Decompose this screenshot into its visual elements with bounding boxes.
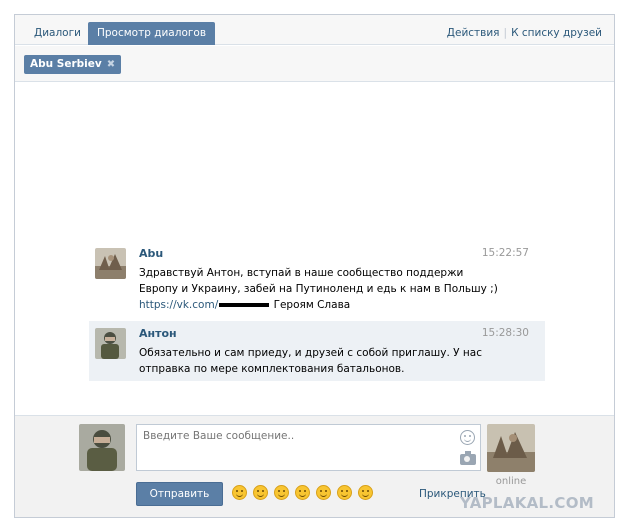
recipients-bar: Abu Serbiev ✖ bbox=[15, 46, 614, 82]
avatar[interactable] bbox=[95, 328, 126, 359]
header-actions: Действия | К списку друзей bbox=[447, 27, 602, 39]
message-author[interactable]: Abu bbox=[139, 247, 163, 260]
emoji-wink-icon[interactable] bbox=[337, 485, 352, 500]
camera-icon[interactable] bbox=[460, 451, 476, 465]
actions-separator: | bbox=[503, 27, 508, 39]
tab-dialogs[interactable]: Диалоги bbox=[25, 22, 90, 45]
message-time: 15:28:30 bbox=[481, 327, 529, 339]
partner-avatar[interactable] bbox=[487, 424, 535, 472]
message-input[interactable] bbox=[137, 425, 480, 470]
emoji-grin-icon[interactable] bbox=[316, 485, 331, 500]
actions-link[interactable]: Действия bbox=[447, 27, 500, 39]
message-item: Abu 15:22:57 Здравствуй Антон, вступай в… bbox=[89, 241, 545, 311]
my-avatar[interactable] bbox=[79, 424, 125, 471]
message-text: Здравствуй Антон, вступай в наше сообщес… bbox=[139, 265, 499, 313]
message-input-box bbox=[136, 424, 481, 471]
dialog-window: Диалоги Просмотр диалогов Действия | К спи… bbox=[14, 14, 615, 518]
message-time: 15:22:57 bbox=[481, 247, 529, 259]
message-author[interactable]: Антон bbox=[139, 327, 177, 340]
emoji-grin-icon[interactable] bbox=[274, 485, 289, 500]
message-item: Антон 15:28:30 Обязательно и сам приеду,… bbox=[89, 321, 545, 381]
recipient-chip[interactable]: Abu Serbiev ✖ bbox=[24, 55, 122, 74]
avatar[interactable] bbox=[95, 248, 126, 279]
tab-view-dialogs[interactable]: Просмотр диалогов bbox=[88, 22, 216, 45]
emoji-bar bbox=[232, 485, 379, 503]
tabs-bar: Диалоги Просмотр диалогов Действия | К спи… bbox=[15, 15, 614, 45]
redaction-mark bbox=[219, 303, 270, 307]
emoji-smile-icon[interactable] bbox=[232, 485, 247, 500]
friends-list-link[interactable]: К списку друзей bbox=[511, 27, 602, 39]
emoji-laugh-icon[interactable] bbox=[295, 485, 310, 500]
watermark: YAPLAKAL.COM bbox=[460, 494, 594, 512]
message-link-tail: Героям Слава bbox=[270, 299, 351, 311]
close-icon[interactable]: ✖ bbox=[107, 55, 115, 74]
message-body: Здравствуй Антон, вступай в наше сообщес… bbox=[139, 267, 498, 295]
message-text: Обязательно и сам приеду, и друзей с соб… bbox=[139, 347, 482, 375]
message-link[interactable]: https://vk.com/ bbox=[139, 299, 218, 311]
send-button[interactable]: Отправить bbox=[136, 482, 223, 506]
emoji-smile-icon[interactable] bbox=[358, 485, 373, 500]
online-status: online bbox=[495, 476, 527, 487]
emoji-smile-icon[interactable] bbox=[253, 485, 268, 500]
recipient-name: Abu Serbiev bbox=[30, 58, 102, 70]
smile-icon[interactable] bbox=[460, 430, 475, 445]
partner-info: online bbox=[487, 424, 535, 487]
